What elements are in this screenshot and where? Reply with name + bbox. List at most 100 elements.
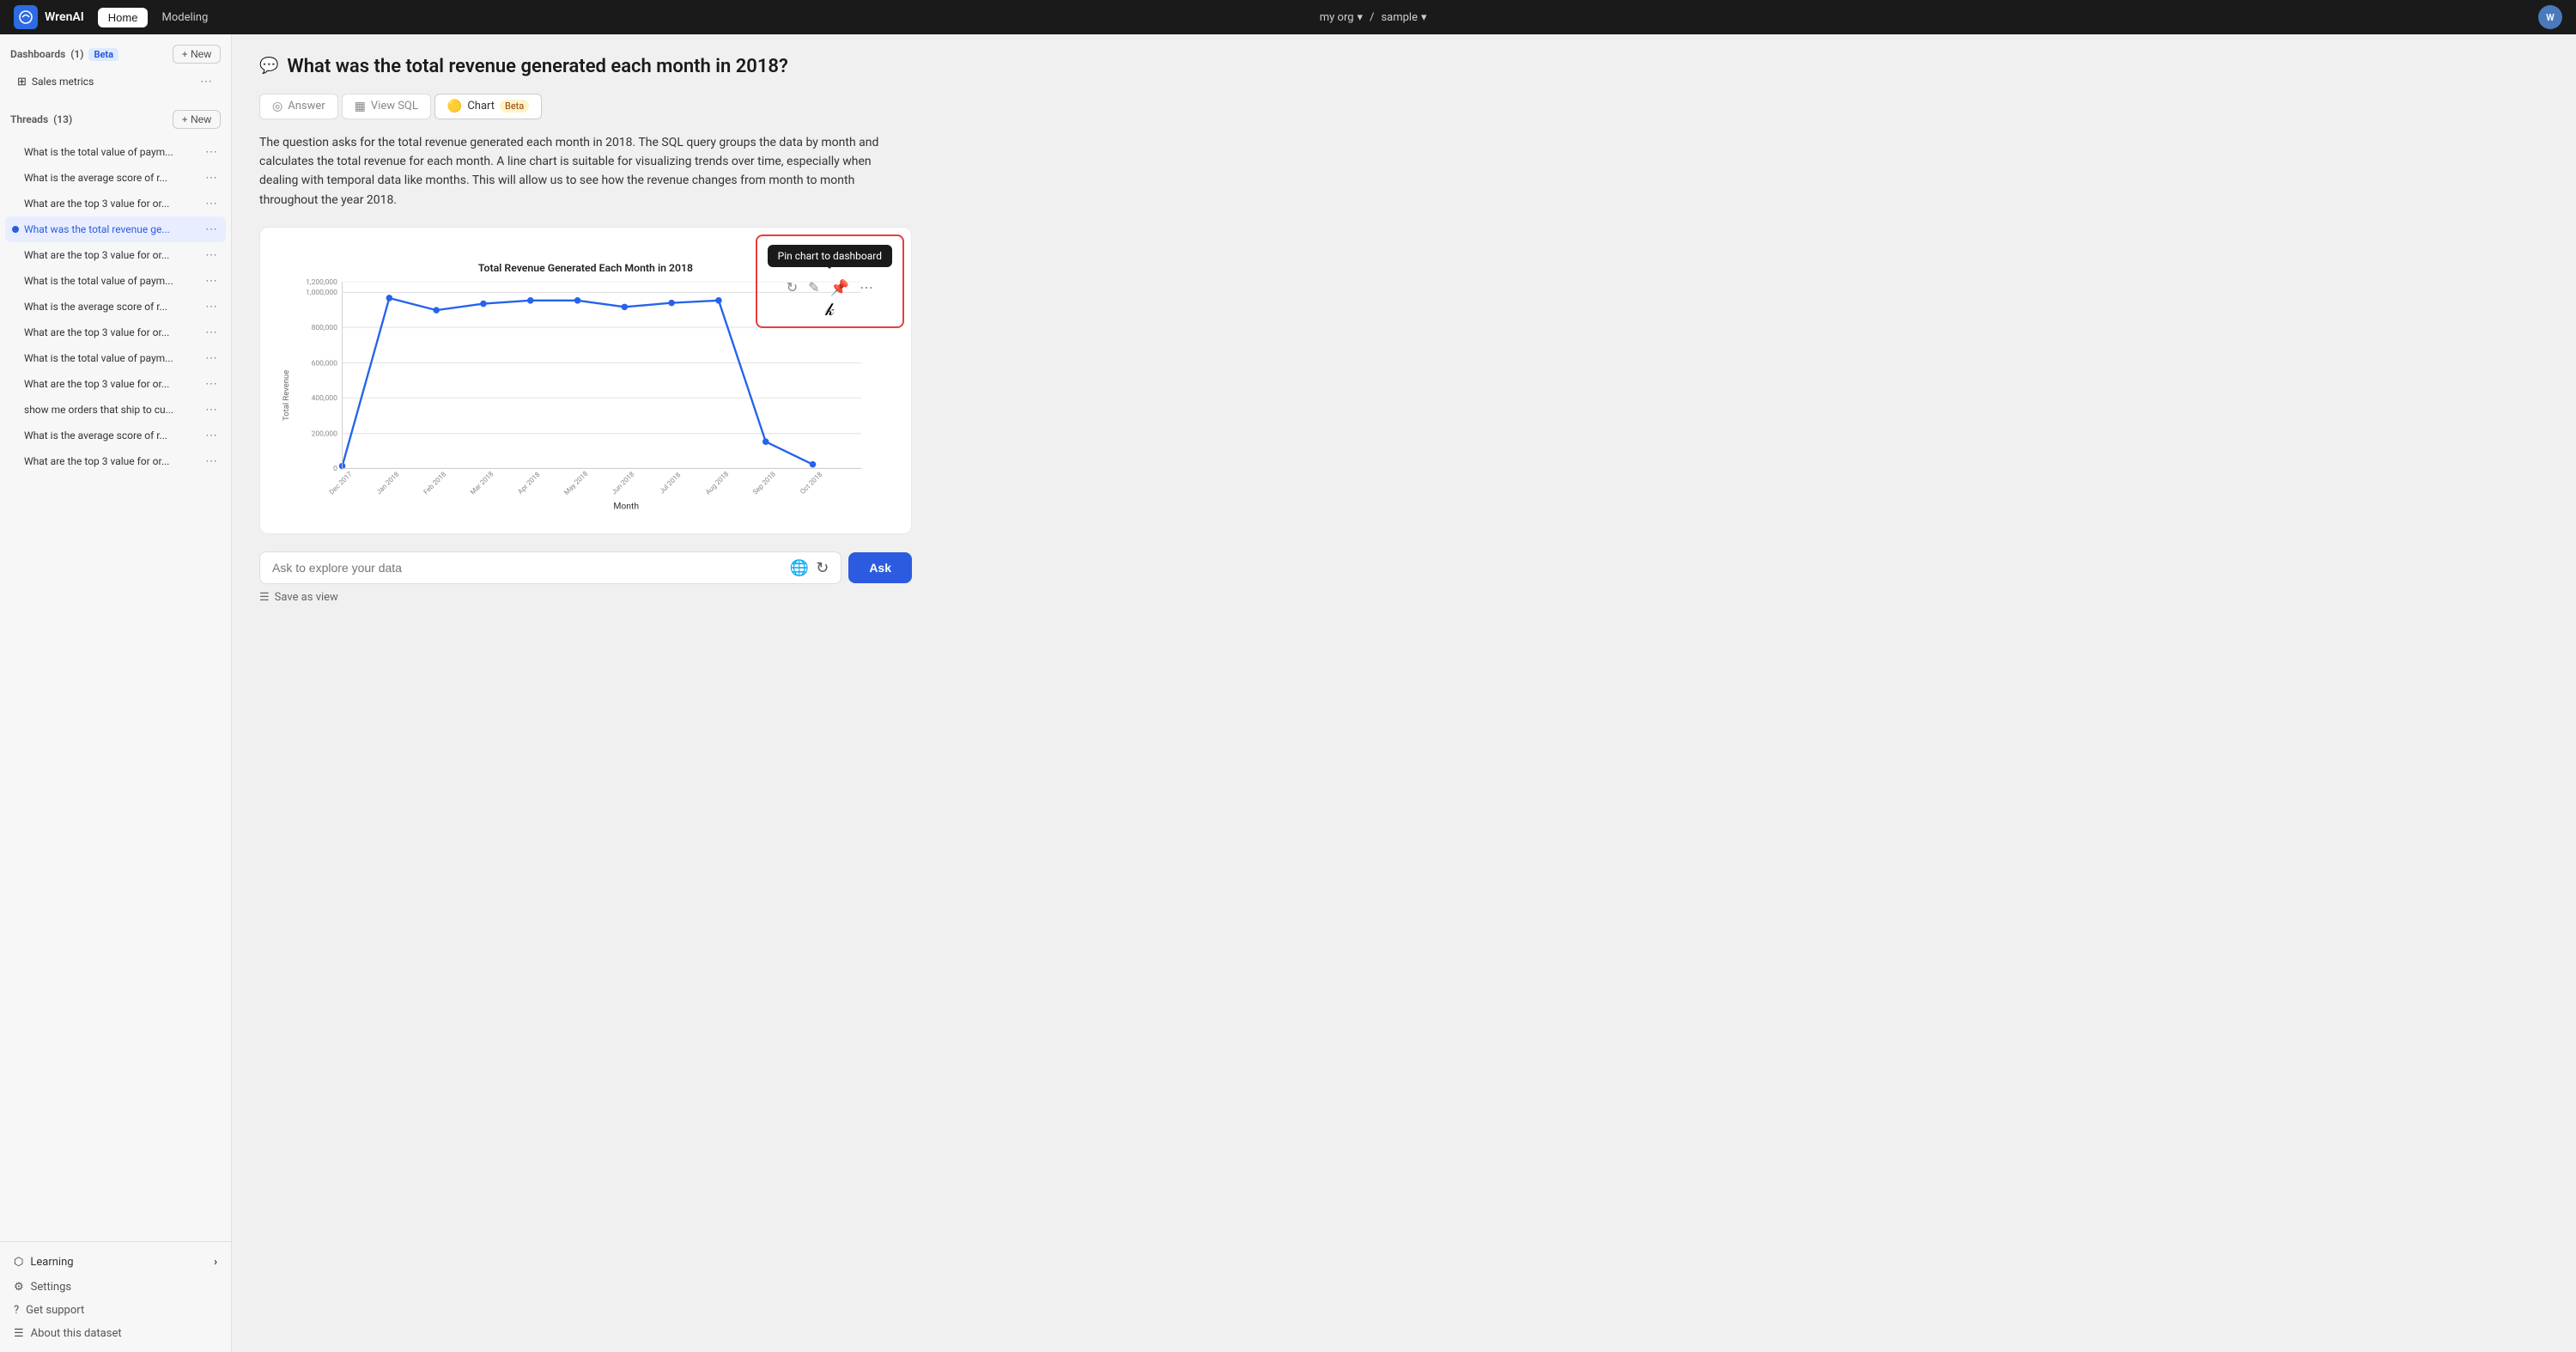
thread-more-icon[interactable]: ⋯ [204, 143, 219, 161]
svg-text:Apr 2018: Apr 2018 [516, 471, 542, 496]
thread-dot [12, 252, 19, 259]
sales-metrics-item[interactable]: ⊞ Sales metrics ⋯ [10, 69, 221, 94]
sample-selector[interactable]: sample ▾ [1381, 11, 1426, 24]
thread-more-icon[interactable]: ⋯ [204, 401, 219, 418]
modeling-nav-link[interactable]: Modeling [161, 11, 208, 24]
new-dashboard-button[interactable]: + New [173, 45, 221, 64]
thread-dot [12, 329, 19, 336]
thread-item-12[interactable]: What are the top 3 value for or... ⋯ [5, 448, 226, 474]
pin-icon[interactable]: 📌 [830, 279, 849, 297]
cursor-indicator: 𝓀 [825, 299, 835, 320]
dataset-item[interactable]: ☰ About this dataset [10, 1322, 221, 1345]
svg-text:Jul 2018: Jul 2018 [658, 471, 682, 495]
svg-text:May 2018: May 2018 [562, 470, 590, 497]
tab-chart[interactable]: 🟡 Chart Beta [434, 94, 542, 119]
thread-more-icon[interactable]: ⋯ [204, 427, 219, 444]
learning-item[interactable]: ⬡ Learning › [10, 1249, 221, 1276]
thread-item-7[interactable]: What are the top 3 value for or... ⋯ [5, 320, 226, 345]
thread-more-icon[interactable]: ⋯ [204, 272, 219, 289]
org-breadcrumb: my org ▾ / sample ▾ [222, 11, 2524, 24]
thread-dot [12, 277, 19, 284]
thread-text: What are the top 3 value for or... [24, 378, 204, 390]
dashboard-icon: ⊞ [17, 76, 27, 88]
thread-item-4[interactable]: What are the top 3 value for or... ⋯ [5, 242, 226, 268]
tab-answer[interactable]: ◎ Answer [259, 94, 338, 119]
more-icon[interactable]: ⋯ [198, 73, 214, 90]
thread-dot [12, 432, 19, 439]
chart-title: Total Revenue Generated Each Month in 20… [478, 262, 693, 274]
new-thread-button[interactable]: + New [173, 110, 221, 129]
emoji-button[interactable]: 🌐 [787, 556, 812, 581]
thread-item-0[interactable]: What is the total value of paym... ⋯ [5, 139, 226, 165]
save-icon: ☰ [259, 591, 270, 604]
chart-toolbar-icons: ↻ ✎ 📌 ⋯ [787, 279, 873, 297]
thread-more-icon[interactable]: ⋯ [204, 298, 219, 315]
thread-text: What are the top 3 value for or... [24, 198, 204, 210]
pin-tooltip: Pin chart to dashboard [768, 245, 892, 267]
thread-item-1[interactable]: What is the average score of r... ⋯ [5, 165, 226, 191]
thread-more-icon[interactable]: ⋯ [204, 221, 219, 238]
svg-text:400,000: 400,000 [312, 394, 338, 403]
chart-dots [339, 295, 816, 469]
refresh-input-icon[interactable]: ↻ [812, 556, 832, 581]
settings-item[interactable]: ⚙ Settings [10, 1276, 221, 1299]
thread-item-6[interactable]: What is the average score of r... ⋯ [5, 294, 226, 320]
thread-text: show me orders that ship to cu... [24, 404, 204, 416]
tab-sql[interactable]: ▦ View SQL [342, 94, 431, 119]
answer-text: The question asks for the total revenue … [259, 133, 912, 210]
thread-text: What is the total value of paym... [24, 352, 204, 364]
thread-more-icon[interactable]: ⋯ [204, 195, 219, 212]
svg-text:800,000: 800,000 [312, 324, 338, 332]
chevron-right-icon: › [214, 1256, 217, 1269]
question-title: What was the total revenue generated eac… [287, 55, 787, 80]
threads-header: Threads (13) + New [10, 110, 221, 129]
logo: WrenAI [14, 5, 84, 29]
thread-dot [12, 226, 19, 233]
chart-icon: 🟡 [447, 100, 462, 113]
thread-item-2[interactable]: What are the top 3 value for or... ⋯ [5, 191, 226, 216]
thread-more-icon[interactable]: ⋯ [204, 324, 219, 341]
thread-more-icon[interactable]: ⋯ [204, 169, 219, 186]
thread-more-icon[interactable]: ⋯ [204, 375, 219, 393]
home-nav-button[interactable]: Home [98, 8, 149, 27]
thread-item-11[interactable]: What is the average score of r... ⋯ [5, 423, 226, 448]
save-view-link[interactable]: ☰ Save as view [259, 584, 912, 611]
thread-text: What is the average score of r... [24, 301, 204, 313]
org-selector[interactable]: my org ▾ [1320, 11, 1363, 24]
thread-item-5[interactable]: What is the total value of paym... ⋯ [5, 268, 226, 294]
edit-icon[interactable]: ✎ [808, 279, 819, 297]
user-menu[interactable]: W [2538, 5, 2562, 29]
thread-item-3[interactable]: What was the total revenue ge... ⋯ [5, 216, 226, 242]
svg-text:Mar 2018: Mar 2018 [469, 470, 495, 496]
ask-button[interactable]: Ask [848, 552, 912, 583]
learning-icon: ⬡ [14, 1256, 23, 1269]
chart-line [343, 298, 813, 466]
main-content: 💬 What was the total revenue generated e… [232, 34, 2576, 1352]
support-item[interactable]: ? Get support [10, 1299, 221, 1322]
thread-item-8[interactable]: What is the total value of paym... ⋯ [5, 345, 226, 371]
dashboards-section: Dashboards (1) Beta + New ⊞ Sales metric… [0, 34, 231, 100]
thread-dot [12, 303, 19, 310]
thread-item-9[interactable]: What are the top 3 value for or... ⋯ [5, 371, 226, 397]
thread-dot [12, 458, 19, 465]
result-tabs: ◎ Answer ▦ View SQL 🟡 Chart Beta [259, 94, 2549, 119]
thread-item-10[interactable]: show me orders that ship to cu... ⋯ [5, 397, 226, 423]
bottom-input-area: 🌐 ↻ Ask ☰ Save as view [259, 551, 912, 611]
thread-dot [12, 406, 19, 413]
threads-section: Threads (13) + New [0, 100, 231, 139]
thread-text: What are the top 3 value for or... [24, 326, 204, 338]
avatar[interactable]: W [2538, 5, 2562, 29]
thread-more-icon[interactable]: ⋯ [204, 350, 219, 367]
thread-more-icon[interactable]: ⋯ [204, 453, 219, 470]
x-axis-label: Month [613, 501, 639, 512]
svg-text:Dec 2017: Dec 2017 [328, 470, 355, 496]
logo-text: WrenAI [45, 10, 84, 24]
more-options-icon[interactable]: ⋯ [860, 279, 873, 297]
thread-text: What is the average score of r... [24, 429, 204, 442]
refresh-icon[interactable]: ↻ [787, 279, 798, 297]
question-icon: 💬 [259, 57, 278, 75]
svg-text:Feb 2018: Feb 2018 [422, 470, 448, 496]
svg-text:200,000: 200,000 [312, 430, 338, 439]
thread-more-icon[interactable]: ⋯ [204, 247, 219, 264]
ask-input[interactable] [269, 552, 787, 583]
